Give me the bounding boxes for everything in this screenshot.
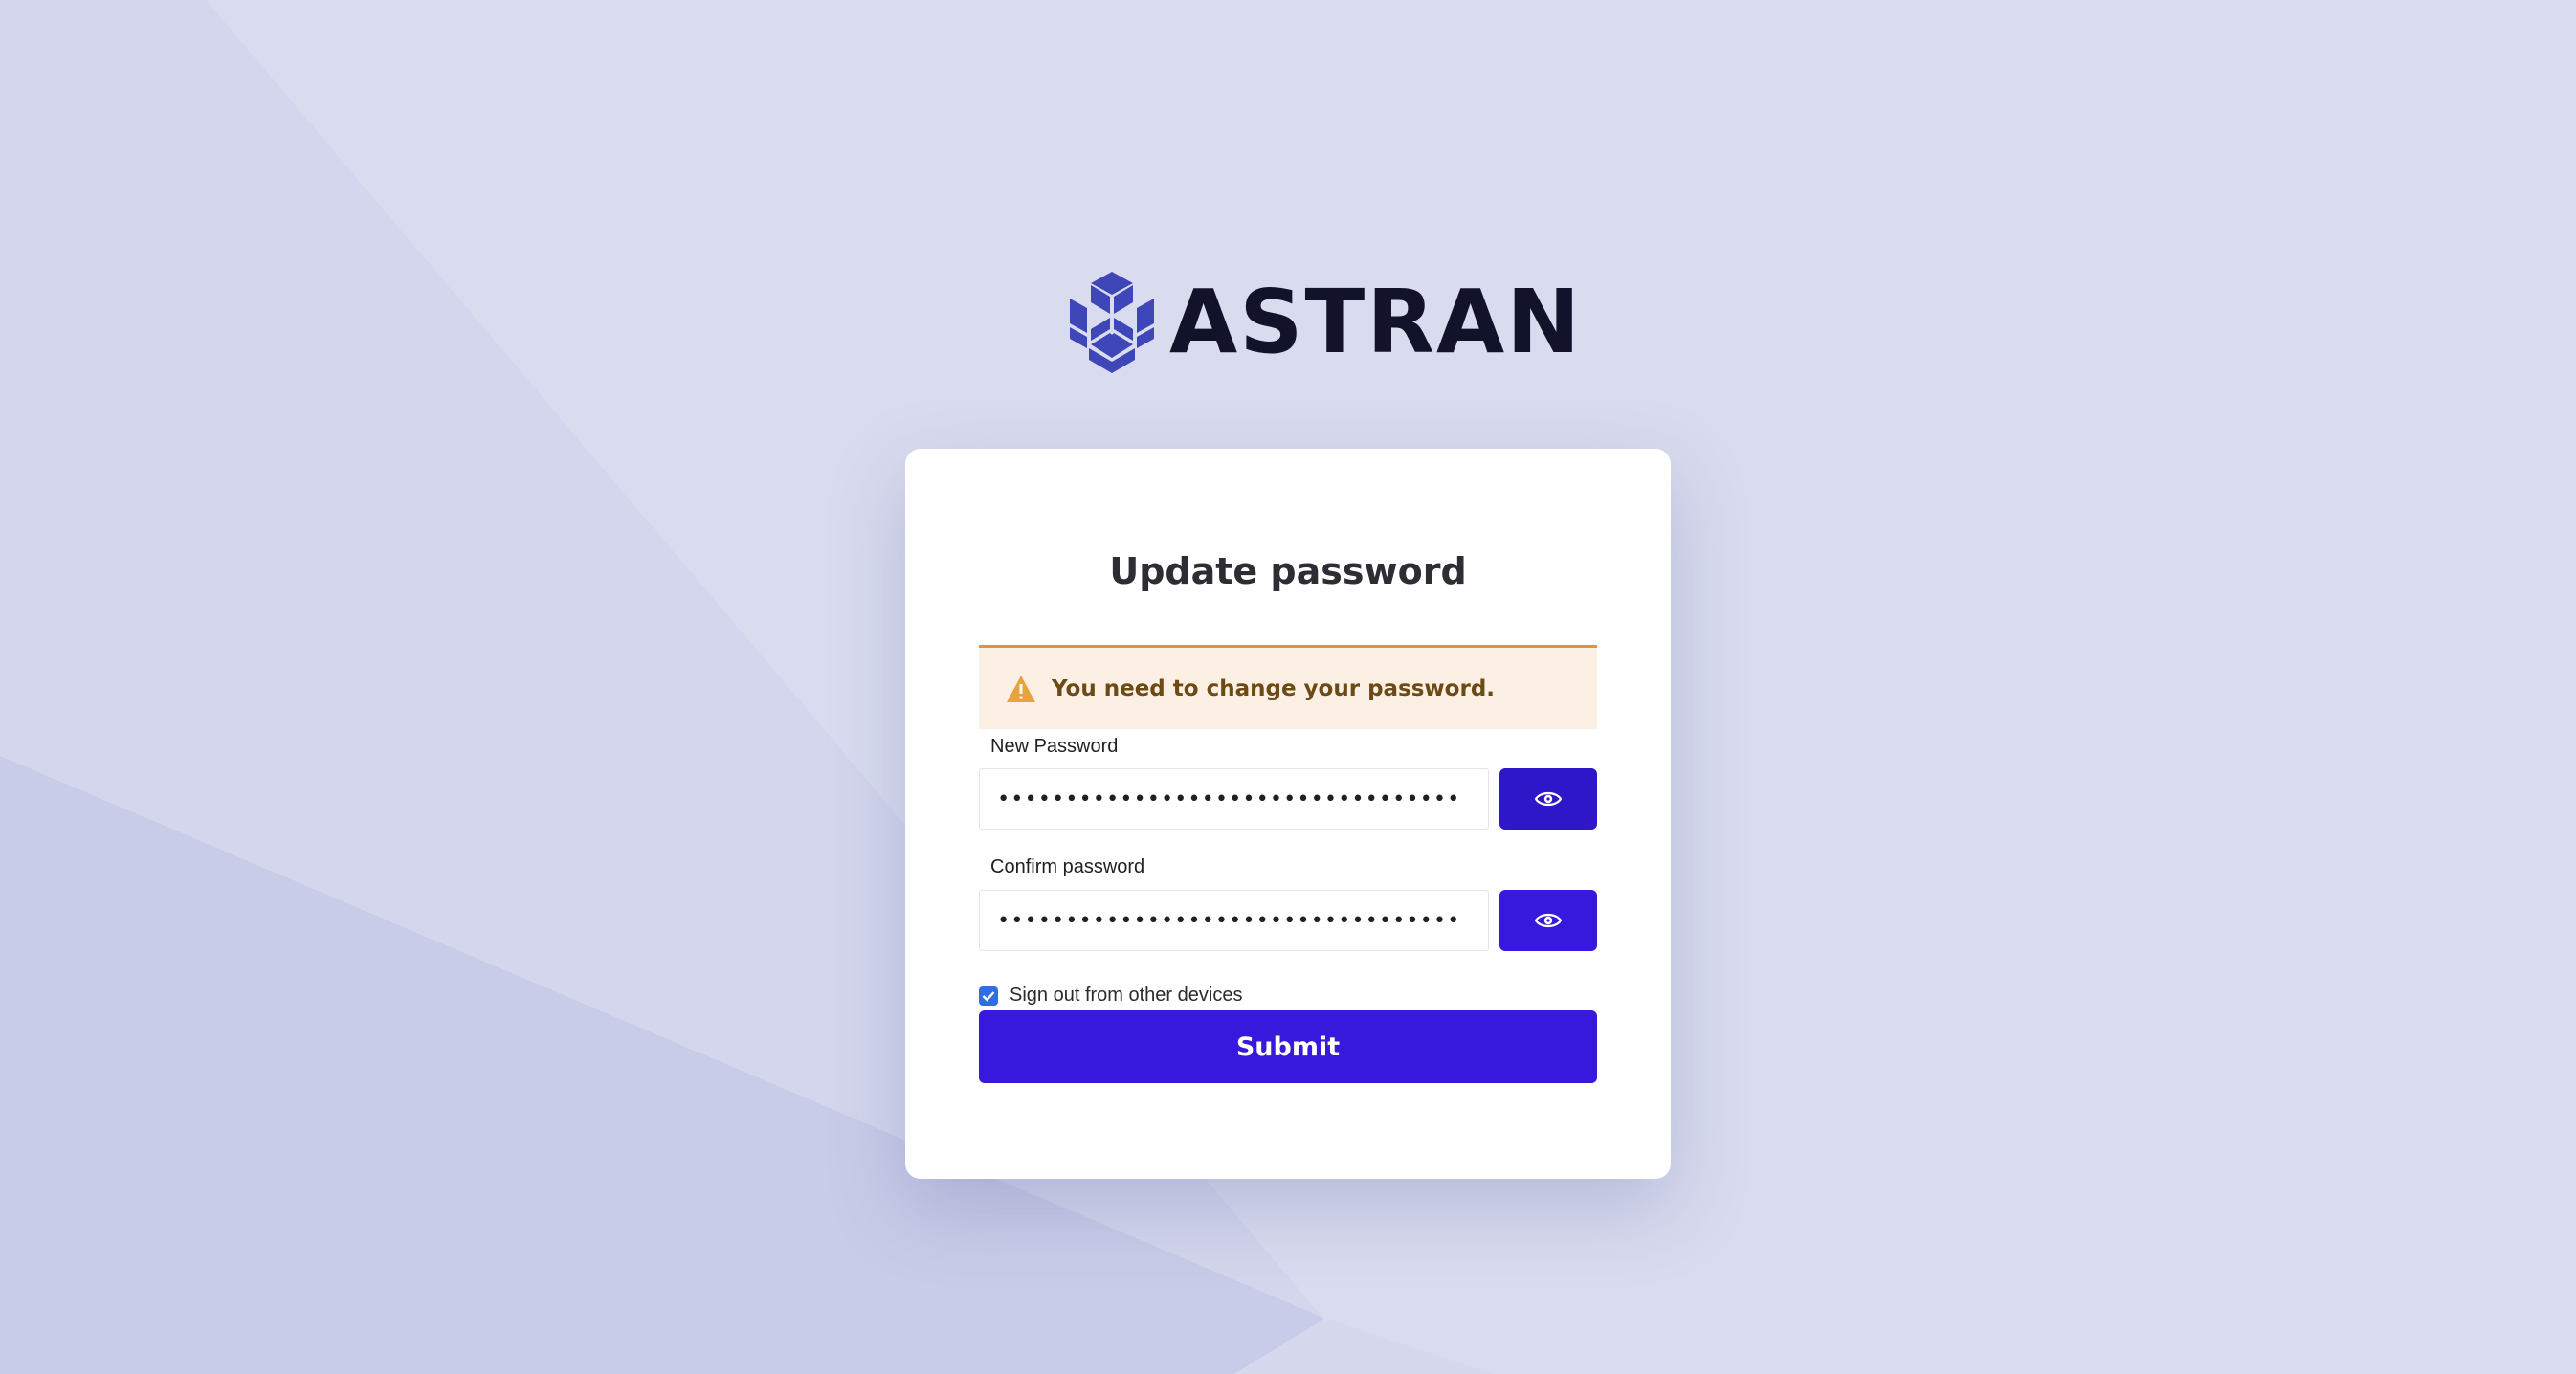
submit-button[interactable]: Submit [979, 1010, 1597, 1083]
hexagon-cubes-logo-icon [1070, 272, 1154, 373]
warning-triangle-icon [1007, 675, 1035, 702]
new-password-label: New Password [990, 736, 1119, 757]
brand-logo: ASTRAN [1068, 272, 1582, 373]
alert-message: You need to change your password. [1052, 676, 1496, 701]
brand-name: ASTRAN [1169, 271, 1583, 373]
warning-alert: You need to change your password. [979, 645, 1597, 729]
checkmark-icon [982, 990, 995, 1002]
confirm-password-label: Confirm password [990, 856, 1145, 877]
update-password-card: Update password You need to change your … [905, 449, 1671, 1179]
login-page: ASTRAN Update password You need to chang… [0, 0, 2576, 1374]
sign-out-other-devices-label[interactable]: Sign out from other devices [1010, 985, 1242, 1007]
show-confirm-password-button[interactable] [1499, 890, 1597, 951]
eye-icon [1535, 913, 1562, 928]
page-title: Update password [1109, 550, 1467, 592]
sign-out-other-devices-row: Sign out from other devices [979, 985, 1242, 1007]
confirm-password-input[interactable] [979, 890, 1489, 951]
sign-out-other-devices-checkbox[interactable] [979, 986, 998, 1006]
new-password-input[interactable] [979, 768, 1489, 830]
show-new-password-button[interactable] [1499, 768, 1597, 830]
eye-icon [1535, 791, 1562, 807]
